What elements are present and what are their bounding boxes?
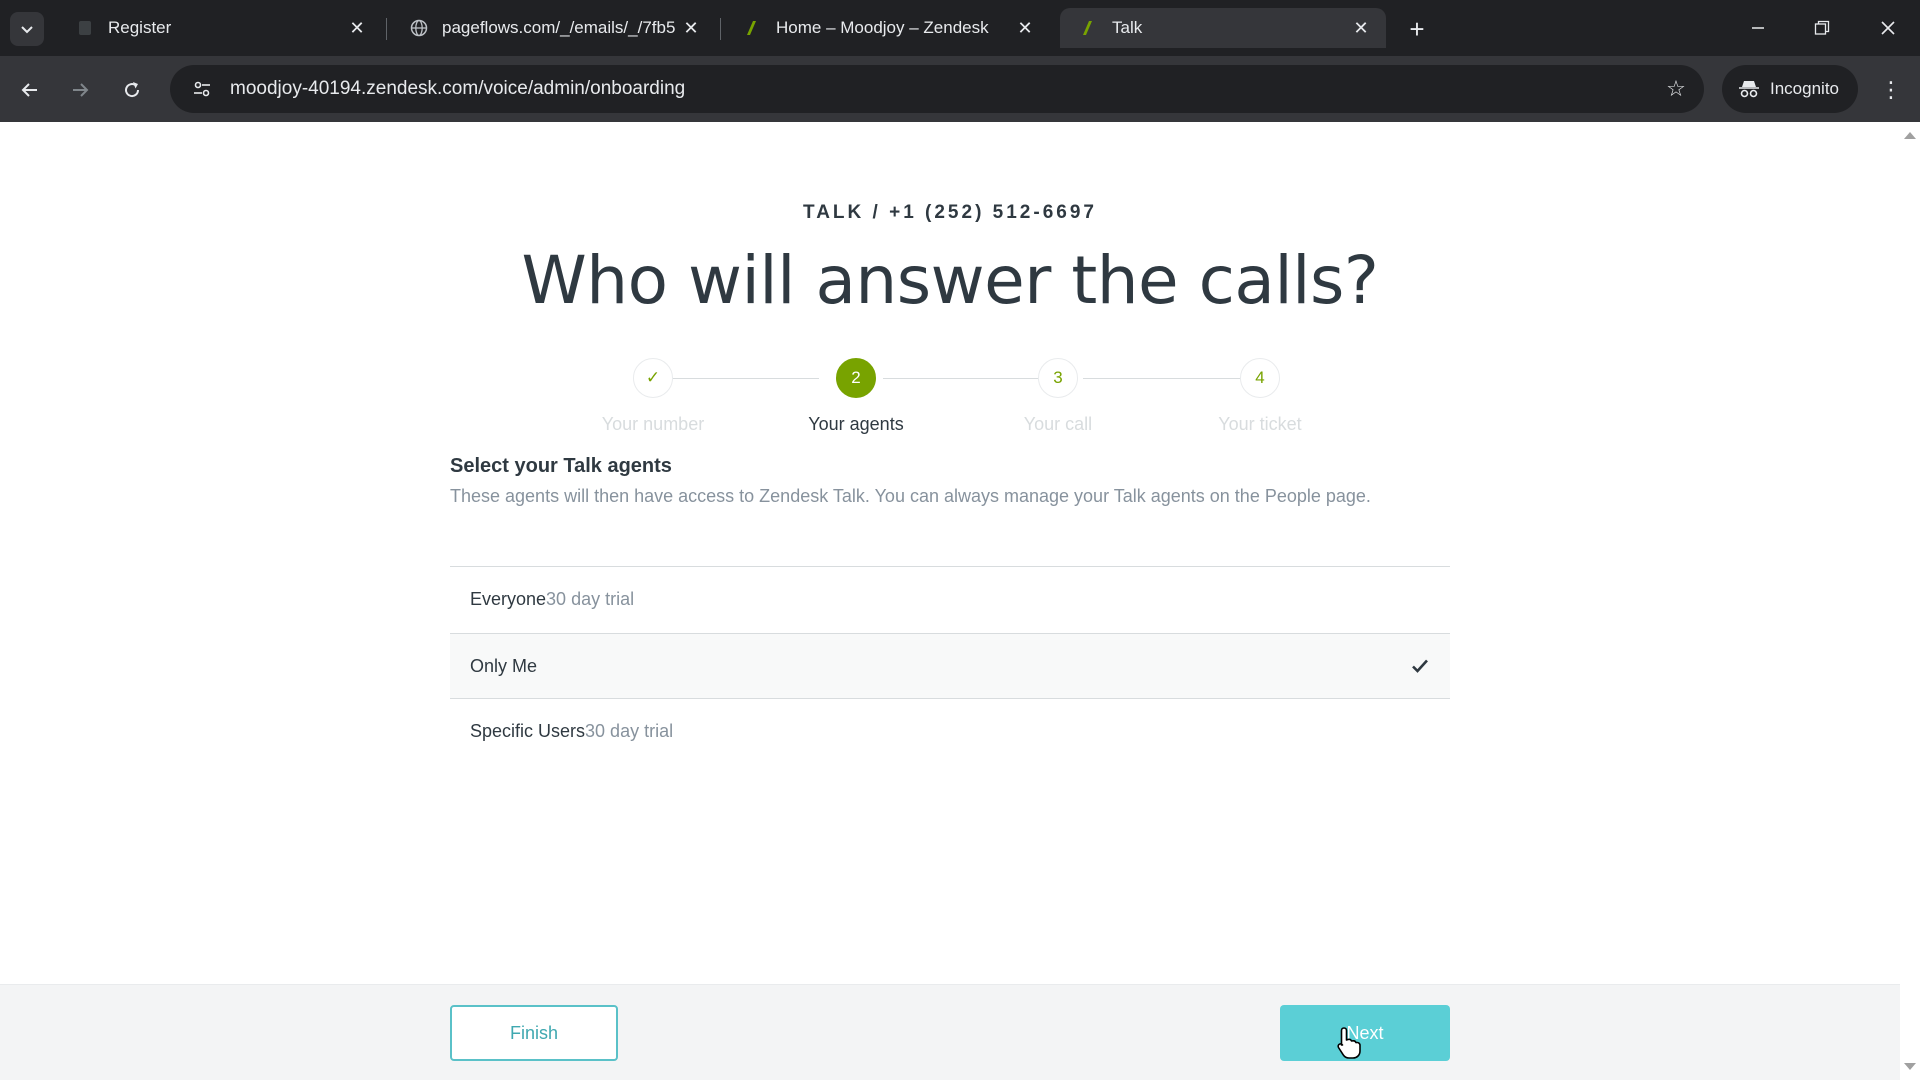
minimize-icon [1752, 27, 1764, 29]
tab-home-moodjoy[interactable]: Home – Moodjoy – Zendesk ✕ [724, 8, 1050, 48]
tab-label: Talk [1112, 18, 1143, 37]
site-settings-icon[interactable] [180, 78, 224, 100]
section-description: These agents will then have access to Ze… [450, 486, 1371, 506]
arrow-left-icon [21, 83, 37, 97]
page-icon [76, 19, 94, 37]
address-bar[interactable]: moodjoy-40194.zendesk.com/voice/admin/on… [170, 65, 1704, 113]
option-only-me[interactable]: Only Me [450, 633, 1450, 699]
close-icon[interactable]: ✕ [346, 17, 368, 39]
step-label: Your number [601, 414, 705, 434]
tab-search-button[interactable] [10, 12, 44, 46]
step-label: Your call [1023, 414, 1093, 434]
onboarding-stepper: ✓ Your number 2 Your agents 3 Your call … [450, 358, 1450, 438]
onboarding-page: TALK / +1 (252) 512-6697 Who will answer… [0, 122, 1900, 1080]
forward-button[interactable] [62, 72, 98, 108]
breadcrumb: TALK / +1 (252) 512-6697 [803, 202, 1097, 223]
checkmark-icon [1410, 658, 1430, 674]
incognito-indicator[interactable]: Incognito [1722, 65, 1858, 113]
scroll-up-icon[interactable] [1904, 132, 1916, 139]
zendesk-icon [1080, 19, 1098, 37]
close-icon[interactable]: ✕ [1350, 17, 1372, 39]
tab-talk[interactable]: Talk ✕ [1060, 8, 1386, 48]
section-title: Select your Talk agents [450, 455, 672, 477]
option-specific-users[interactable]: Specific Users 30 day trial [450, 699, 1450, 765]
step-your-agents[interactable]: 2 Your agents [756, 358, 956, 435]
bookmark-star-icon[interactable]: ☆ [1656, 76, 1696, 102]
tab-label: Home – Moodjoy – Zendesk [776, 18, 989, 37]
page-scrollbar[interactable] [1900, 122, 1920, 1080]
step-your-call: 3 Your call [958, 358, 1158, 435]
reload-icon [125, 82, 140, 98]
check-icon: ✓ [633, 358, 673, 398]
option-label: Only Me [470, 655, 538, 676]
incognito-icon [1739, 81, 1759, 98]
step-your-ticket: 4 Your ticket [1160, 358, 1360, 435]
tab-register[interactable]: Register ✕ [56, 8, 382, 48]
step-number: 3 [1038, 358, 1078, 398]
tab-pageflows[interactable]: pageflows.com/_/emails/_/7fb5 ✕ [390, 8, 716, 48]
step-your-number[interactable]: ✓ Your number [553, 358, 753, 435]
trial-badge: 30 day trial [585, 721, 674, 741]
tab-divider [386, 18, 387, 40]
hand-cursor-icon [1337, 1027, 1361, 1059]
close-window-button[interactable] [1868, 8, 1908, 48]
new-tab-button[interactable]: + [1400, 12, 1434, 46]
reload-button[interactable] [114, 72, 150, 108]
restore-button[interactable] [1802, 8, 1842, 48]
option-label: Everyone [470, 589, 547, 609]
agent-options-list: Everyone 30 day trial Only Me Specific Us… [450, 566, 1450, 765]
chevron-down-icon [21, 26, 33, 34]
zendesk-icon [744, 19, 762, 37]
page-title: Who will answer the calls? [521, 242, 1379, 319]
trial-badge: 30 day trial [546, 589, 635, 609]
tab-label: pageflows.com/_/emails/_/7fb5 [442, 18, 676, 37]
scroll-down-icon[interactable] [1904, 1063, 1916, 1070]
close-icon[interactable]: ✕ [1014, 17, 1036, 39]
onboarding-footer: Finish Next [0, 984, 1900, 1080]
close-icon [1881, 21, 1895, 35]
browser-menu-button[interactable]: ⋮ [1876, 72, 1906, 108]
restore-icon [1814, 20, 1830, 35]
browser-toolbar: moodjoy-40194.zendesk.com/voice/admin/on… [0, 56, 1920, 122]
option-everyone[interactable]: Everyone 30 day trial [450, 567, 1450, 633]
step-label: Your agents [808, 414, 904, 434]
step-number: 4 [1240, 358, 1280, 398]
close-icon[interactable]: ✕ [680, 17, 702, 39]
globe-icon [410, 19, 428, 37]
next-button[interactable]: Next [1280, 1005, 1450, 1061]
url-text: moodjoy-40194.zendesk.com/voice/admin/on… [230, 78, 686, 99]
more-vertical-icon: ⋮ [1880, 77, 1902, 102]
option-label: Specific Users [470, 721, 586, 741]
plus-icon: + [1409, 13, 1425, 44]
tab-divider [720, 18, 721, 40]
step-number: 2 [836, 358, 876, 398]
finish-button[interactable]: Finish [450, 1005, 618, 1061]
incognito-label: Incognito [1770, 79, 1839, 98]
tab-label: Register [108, 18, 172, 37]
back-button[interactable] [12, 72, 48, 108]
minimize-button[interactable] [1738, 8, 1778, 48]
arrow-right-icon [73, 83, 89, 97]
step-label: Your ticket [1218, 414, 1302, 434]
browser-tab-bar: Register ✕ pageflows.com/_/emails/_/7fb5… [0, 0, 1920, 56]
